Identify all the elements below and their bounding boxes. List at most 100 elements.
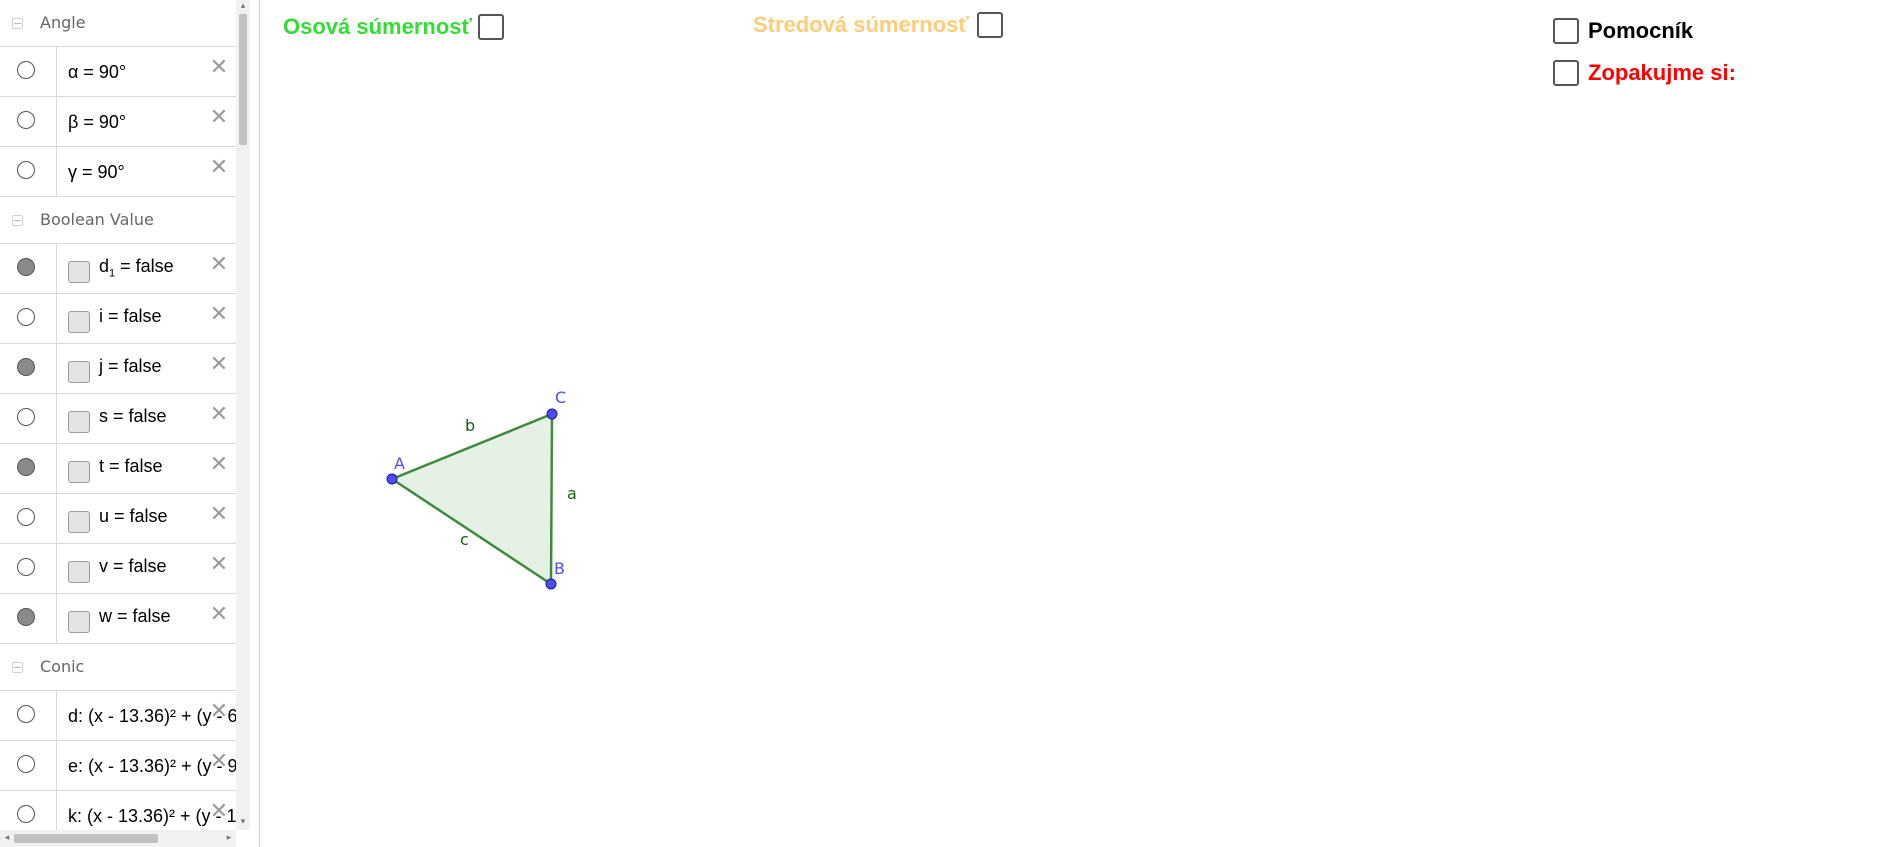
group-title-angle: Angle (40, 13, 86, 32)
visibility-marble-icon[interactable] (17, 705, 35, 723)
algebra-row-alpha[interactable]: α = 90° ✕ (0, 47, 236, 97)
algebra-row-i[interactable]: i = false ✕ (0, 294, 236, 344)
visibility-marble-icon[interactable] (17, 608, 35, 626)
point-label-b: B (554, 559, 565, 578)
boolean-checkbox[interactable] (68, 461, 90, 483)
triangle-polygon[interactable] (392, 414, 552, 584)
algebra-expression[interactable]: w = false (99, 606, 171, 627)
delete-icon[interactable]: ✕ (208, 801, 230, 823)
scroll-left-icon[interactable]: ◂ (2, 833, 12, 843)
algebra-row-d1[interactable]: d1 = false ✕ (0, 244, 236, 294)
group-header-conic[interactable]: − Conic (0, 644, 236, 691)
collapse-angle-icon[interactable]: − (12, 18, 23, 29)
visibility-marble-icon[interactable] (17, 755, 35, 773)
point-label-a: A (394, 454, 405, 473)
algebra-expression[interactable]: s = false (99, 406, 167, 427)
collapse-conic-icon[interactable]: − (12, 662, 23, 673)
visibility-marble-icon[interactable] (17, 111, 35, 129)
visibility-marble-icon[interactable] (17, 358, 35, 376)
segment-label-b: b (465, 416, 475, 435)
marble-cell (0, 244, 57, 293)
algebra-row-s[interactable]: s = false ✕ (0, 394, 236, 444)
visibility-marble-icon[interactable] (17, 61, 35, 79)
algebra-row-v[interactable]: v = false ✕ (0, 544, 236, 594)
scroll-down-icon[interactable]: ▾ (239, 818, 247, 827)
segment-label-c: c (460, 530, 469, 549)
collapse-boolean-icon[interactable]: − (12, 215, 23, 226)
algebra-expression[interactable]: v = false (99, 556, 167, 577)
delete-icon[interactable]: ✕ (208, 304, 230, 326)
visibility-marble-icon[interactable] (17, 805, 35, 823)
marble-cell (0, 741, 57, 790)
vertical-scroll-thumb[interactable] (239, 14, 247, 145)
visibility-marble-icon[interactable] (17, 558, 35, 576)
visibility-marble-icon[interactable] (17, 161, 35, 179)
delete-icon[interactable]: ✕ (208, 701, 230, 723)
boolean-checkbox[interactable] (68, 561, 90, 583)
group-title-conic: Conic (40, 657, 85, 676)
algebra-row-w[interactable]: w = false ✕ (0, 594, 236, 644)
algebra-expression[interactable]: d1 = false (99, 256, 174, 280)
boolean-checkbox[interactable] (68, 411, 90, 433)
point-label-c: C (555, 388, 566, 407)
visibility-marble-icon[interactable] (17, 308, 35, 326)
delete-icon[interactable]: ✕ (208, 354, 230, 376)
marble-cell (0, 494, 57, 543)
marble-cell (0, 294, 57, 343)
construction-canvas[interactable]: A B C a b c (260, 0, 1888, 847)
marble-cell (0, 691, 57, 740)
visibility-marble-icon[interactable] (17, 508, 35, 526)
boolean-checkbox[interactable] (68, 261, 90, 283)
marble-cell (0, 147, 57, 196)
algebra-row-u[interactable]: u = false ✕ (0, 494, 236, 544)
visibility-marble-icon[interactable] (17, 458, 35, 476)
delete-icon[interactable]: ✕ (208, 604, 230, 626)
horizontal-scroll-thumb[interactable] (14, 834, 158, 843)
visibility-marble-icon[interactable] (17, 258, 35, 276)
segment-a[interactable] (549, 413, 554, 585)
algebra-expression[interactable]: γ = 90° (68, 162, 125, 183)
point-c[interactable] (546, 408, 558, 420)
boolean-checkbox[interactable] (68, 311, 90, 333)
algebra-row-conic-e[interactable]: e: (x - 13.36)² + (y - 9 ✕ (0, 741, 236, 791)
boolean-checkbox[interactable] (68, 611, 90, 633)
boolean-checkbox[interactable] (68, 511, 90, 533)
scroll-right-icon[interactable]: ▸ (224, 833, 234, 843)
point-b[interactable] (545, 578, 557, 590)
horizontal-scrollbar[interactable]: ◂ ▸ (0, 830, 236, 847)
delete-icon[interactable]: ✕ (208, 504, 230, 526)
algebra-row-beta[interactable]: β = 90° ✕ (0, 97, 236, 147)
marble-cell (0, 97, 57, 146)
algebra-row-j[interactable]: j = false ✕ (0, 344, 236, 394)
delete-icon[interactable]: ✕ (208, 404, 230, 426)
point-a[interactable] (386, 473, 398, 485)
algebra-row-conic-k[interactable]: k: (x - 13.36)² + (y - 1 ✕ (0, 791, 236, 830)
vertical-scrollbar[interactable]: ▴ ▾ (236, 0, 250, 830)
boolean-checkbox[interactable] (68, 361, 90, 383)
delete-icon[interactable]: ✕ (208, 254, 230, 276)
algebra-expression[interactable]: t = false (99, 456, 163, 477)
segment-label-a: a (567, 484, 577, 503)
delete-icon[interactable]: ✕ (208, 751, 230, 773)
graphics-view[interactable]: Osová súmernosť Stredová súmernosť Pomoc… (260, 0, 1888, 847)
algebra-row-gamma[interactable]: γ = 90° ✕ (0, 147, 236, 197)
algebra-expression[interactable]: i = false (99, 306, 162, 327)
delete-icon[interactable]: ✕ (208, 107, 230, 129)
boolean-name: d (99, 256, 110, 276)
algebra-expression[interactable]: j = false (99, 356, 162, 377)
algebra-row-t[interactable]: t = false ✕ (0, 444, 236, 494)
delete-icon[interactable]: ✕ (208, 157, 230, 179)
algebra-expression[interactable]: u = false (99, 506, 168, 527)
group-header-boolean[interactable]: − Boolean Value (0, 197, 236, 244)
algebra-row-conic-d[interactable]: d: (x - 13.36)² + (y - 6 ✕ (0, 691, 236, 741)
algebra-expression[interactable]: β = 90° (68, 112, 126, 133)
view-splitter[interactable] (252, 0, 260, 847)
delete-icon[interactable]: ✕ (208, 554, 230, 576)
group-header-angle[interactable]: − Angle (0, 0, 236, 47)
algebra-expression[interactable]: α = 90° (68, 62, 126, 83)
delete-icon[interactable]: ✕ (208, 57, 230, 79)
marble-cell (0, 344, 57, 393)
scroll-up-icon[interactable]: ▴ (239, 2, 247, 11)
delete-icon[interactable]: ✕ (208, 454, 230, 476)
visibility-marble-icon[interactable] (17, 408, 35, 426)
